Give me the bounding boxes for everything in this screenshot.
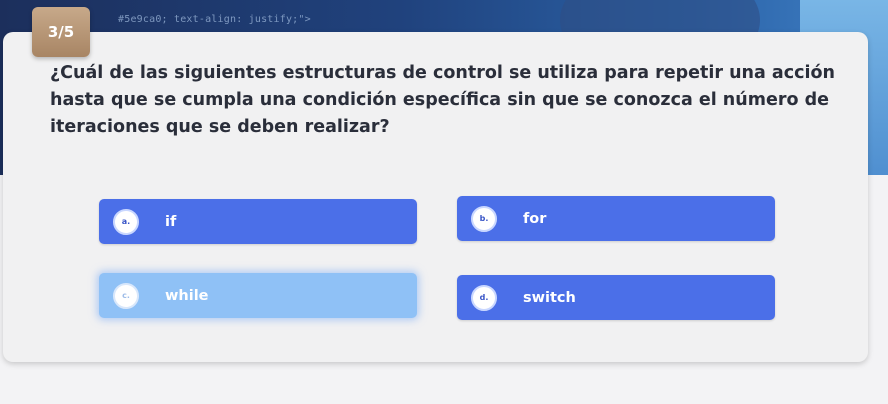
option-c-label: while (165, 287, 209, 304)
option-c-letter-badge: c. (113, 282, 139, 309)
option-a-label: if (165, 213, 177, 230)
option-b-button[interactable]: b. for (457, 196, 775, 241)
option-b-label: for (523, 210, 547, 227)
option-c-button[interactable]: c. while (99, 273, 417, 318)
question-counter-badge: 3/5 (32, 7, 90, 57)
option-b-letter-badge: b. (471, 205, 497, 232)
question-text: ¿Cuál de las siguientes estructuras de c… (50, 63, 835, 137)
option-d-letter-badge: d. (471, 284, 497, 311)
option-a-letter-badge: a. (113, 208, 139, 235)
option-d-label: switch (523, 289, 576, 306)
option-a-button[interactable]: a. if (99, 199, 417, 244)
header-code-text: #5e9ca0; text-align: justify;"> (118, 14, 311, 25)
option-d-button[interactable]: d. switch (457, 275, 775, 320)
